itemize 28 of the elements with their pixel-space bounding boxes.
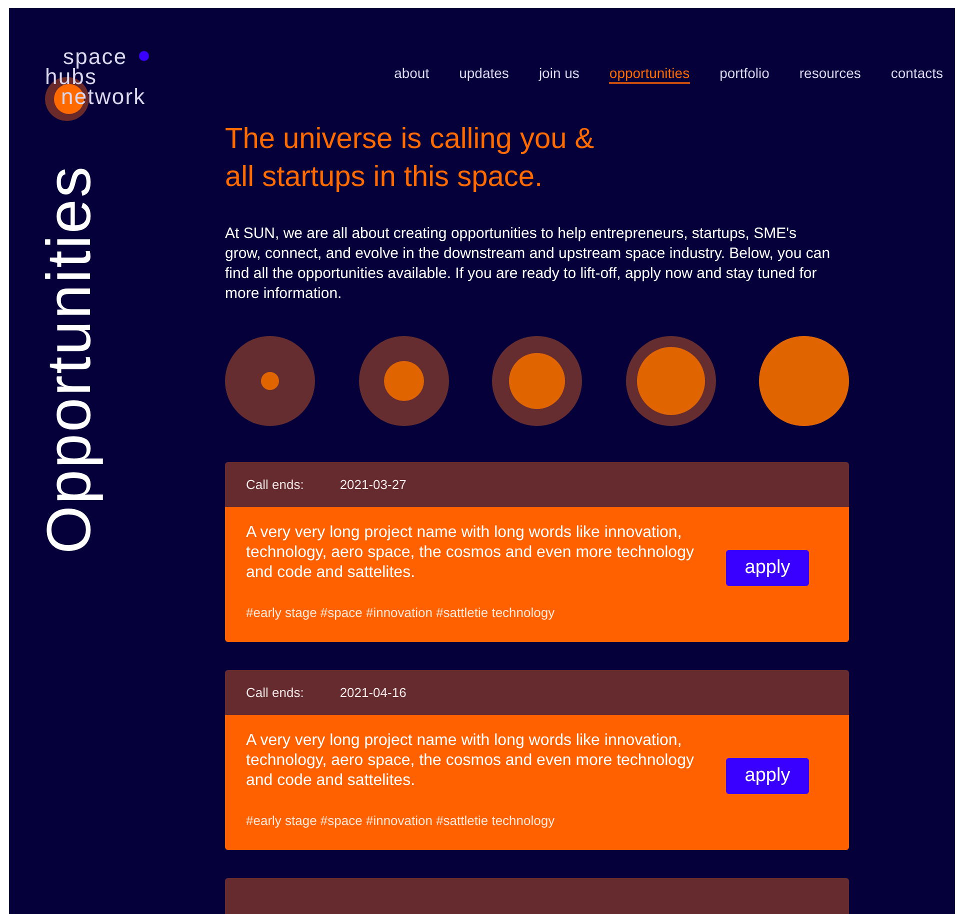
nav-link[interactable]: about: [394, 64, 430, 84]
nav-link[interactable]: resources: [799, 64, 861, 84]
nav-link[interactable]: contacts: [890, 64, 943, 84]
nav-link[interactable]: updates: [459, 64, 509, 84]
apply-button[interactable]: apply: [726, 758, 809, 794]
headline: The universe is calling you &: [225, 122, 594, 157]
apply-button[interactable]: apply: [726, 550, 809, 586]
stage-icon: [225, 336, 315, 426]
stage-icon: [759, 336, 849, 426]
stage-icon: [626, 336, 716, 426]
tags: #early stage #space #innovation #sattletie technology: [246, 811, 726, 830]
call-date: 2021-04-16: [340, 684, 406, 702]
nav-link[interactable]: portfolio: [720, 64, 770, 84]
call-label: Call ends:: [246, 476, 304, 494]
call-label: Call ends:: [246, 684, 304, 702]
project-title: A very very long project name with long words like innovation, technology, aero space, the cosmos and even more technology and code and sattelites.: [246, 731, 695, 791]
page-title: Opportunities: [39, 165, 101, 554]
logo-text: space: [63, 45, 128, 69]
stage-icon: [358, 336, 448, 426]
nav-link[interactable]: opportunities: [609, 64, 690, 84]
stage-icon: [492, 336, 582, 426]
dot-icon: [139, 51, 149, 61]
intro-paragraph: At SUN, we are all about creating opportunities to help entrepreneurs, startups, SME's grow, connect, and evolve in the downstream and upstream space industry. Below, you can find all the opportunities available. If you are ready to lift-off, apply now and stay tuned for more information.: [225, 224, 832, 304]
call-date: 2021-03-27: [340, 476, 406, 494]
tags: #early stage #space #innovation #sattletie technology: [246, 603, 726, 622]
headline: all startups in this space.: [225, 160, 543, 195]
nav-link[interactable]: join us: [538, 64, 580, 84]
project-title: A very very long project name with long words like innovation, technology, aero space, the cosmos and even more technology and code and sattelites.: [246, 523, 695, 583]
